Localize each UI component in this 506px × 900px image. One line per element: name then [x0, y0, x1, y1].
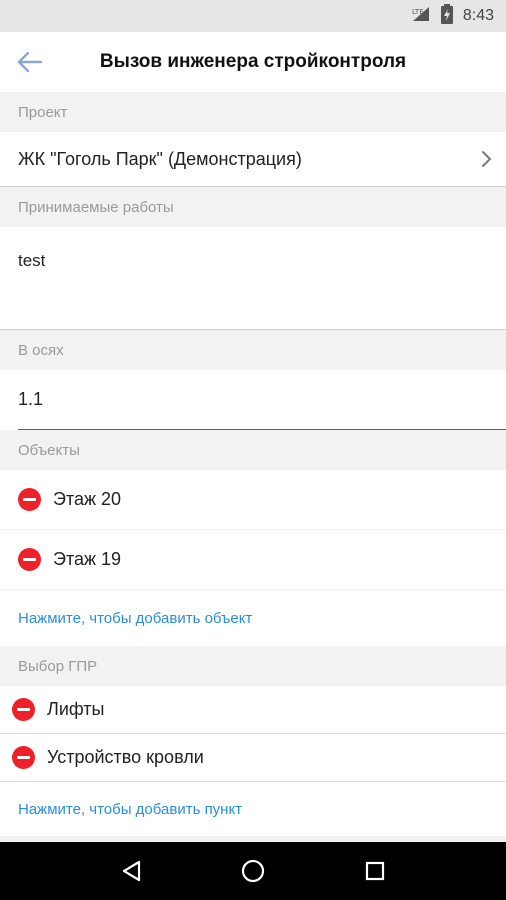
- back-button[interactable]: [0, 32, 60, 92]
- square-recents-icon: [365, 861, 385, 881]
- remove-icon[interactable]: [18, 488, 41, 511]
- nav-back-button[interactable]: [111, 851, 151, 891]
- add-item-link[interactable]: Нажмите, чтобы добавить пункт: [0, 782, 506, 836]
- works-section-header: Принимаемые работы: [0, 187, 506, 227]
- nav-recents-button[interactable]: [355, 851, 395, 891]
- remove-icon[interactable]: [12, 698, 35, 721]
- list-item: Лифты: [0, 686, 506, 734]
- axes-value: 1.1: [18, 389, 44, 409]
- project-value: ЖК "Гоголь Парк" (Демонстрация): [18, 148, 302, 169]
- system-nav-bar: [0, 842, 506, 900]
- object-label: Этаж 20: [53, 489, 122, 509]
- circle-home-icon: [241, 859, 265, 883]
- arrow-left-icon: [17, 51, 43, 73]
- works-value: test: [18, 251, 46, 270]
- page-title: Вызов инженера стройконтроля: [99, 51, 407, 72]
- works-textarea[interactable]: test: [0, 227, 506, 330]
- objects-section-header: Объекты: [0, 430, 506, 470]
- project-section-header: Проект: [0, 92, 506, 132]
- list-item: Этаж 19: [0, 530, 506, 590]
- gpr-label: Устройство кровли: [47, 747, 204, 767]
- axes-input[interactable]: 1.1: [18, 370, 506, 430]
- gpr-section-header: Выбор ГПР: [0, 646, 506, 686]
- triangle-back-icon: [122, 860, 141, 882]
- status-bar: LTE 8:43: [0, 0, 506, 32]
- battery-icon: [440, 3, 453, 29]
- nav-home-button[interactable]: [233, 851, 273, 891]
- list-item: Этаж 20: [0, 470, 506, 530]
- axes-section-header: В осях: [0, 330, 506, 370]
- object-label: Этаж 19: [53, 549, 122, 569]
- status-time: 8:43: [462, 7, 494, 24]
- list-item: Устройство кровли: [0, 734, 506, 782]
- axes-field-container: 1.1: [0, 370, 506, 430]
- project-selector[interactable]: ЖК "Гоголь Парк" (Демонстрация): [0, 132, 506, 187]
- gpr-label: Лифты: [47, 699, 105, 719]
- remove-icon[interactable]: [12, 746, 35, 769]
- remove-icon[interactable]: [18, 548, 41, 571]
- svg-text:LTE: LTE: [412, 8, 424, 16]
- signal-icon: LTE: [411, 5, 431, 28]
- add-object-link[interactable]: Нажмите, чтобы добавить объект: [0, 590, 506, 646]
- chevron-right-icon: [482, 151, 492, 167]
- app-bar: Вызов инженера стройконтроля: [0, 32, 506, 92]
